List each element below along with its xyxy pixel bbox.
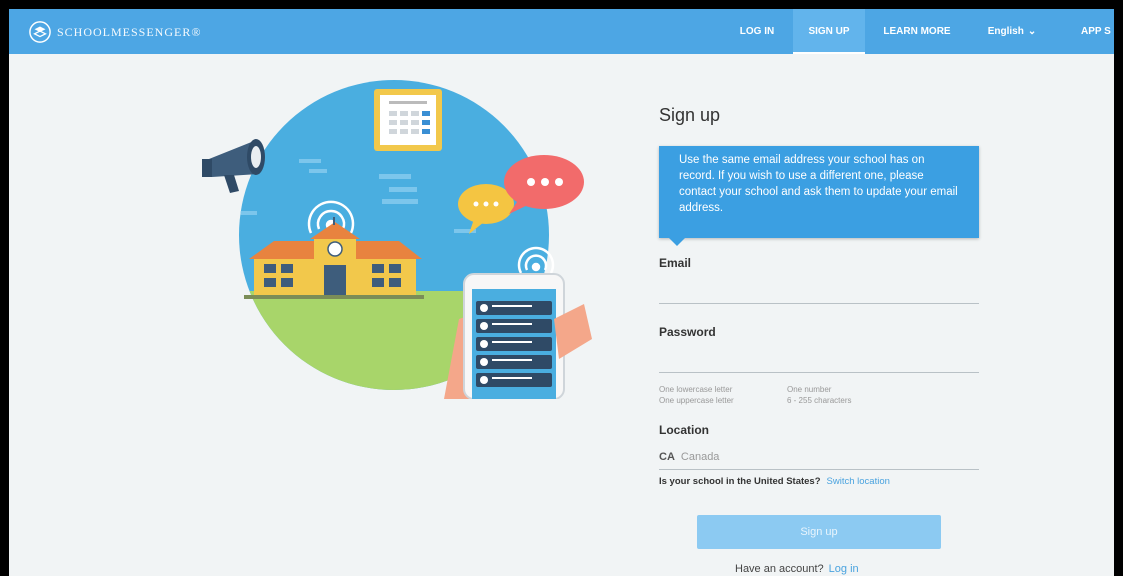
us-location-prompt: Is your school in the United States? Swit… (659, 476, 890, 487)
nav-app-link[interactable]: APP S (1081, 9, 1114, 54)
password-hint-uppercase: One uppercase letter (659, 396, 734, 405)
location-name: Canada (680, 451, 720, 463)
email-label: Email (659, 256, 692, 270)
language-label: English (987, 26, 1024, 37)
page-title: Sign up (659, 105, 721, 125)
switch-location-link[interactable]: Switch location (827, 476, 890, 487)
signup-form: Sign up Use the same email address your … (659, 9, 989, 576)
brand-logo[interactable]: SchoolMessenger® (29, 21, 201, 43)
location-code: CA (659, 451, 675, 463)
have-account-text: Have an account? (735, 563, 824, 575)
schoolmessenger-logo-icon (29, 21, 51, 43)
login-prompt: Have an account? Log in (735, 563, 859, 575)
password-label: Password (659, 325, 716, 339)
brand-name: SchoolMessenger® (57, 24, 202, 39)
password-hint-number: One number (787, 385, 832, 394)
hero-illustration (202, 80, 592, 399)
us-question-text: Is your school in the United States? (659, 476, 821, 487)
sign-up-button[interactable]: Sign up (697, 515, 941, 549)
password-hint-length: 6 - 255 characters (787, 396, 852, 405)
calendar-icon (374, 89, 442, 151)
password-field[interactable] (659, 350, 979, 373)
location-label: Location (659, 423, 709, 437)
browser-viewport: SchoolMessenger® LOG IN SIGN UP LEARN MO… (9, 9, 1114, 576)
smartphone-icon (444, 273, 592, 399)
email-tip-tooltip: Use the same email address your school h… (659, 146, 979, 238)
email-field[interactable] (659, 281, 979, 304)
password-hint-lowercase: One lowercase letter (659, 385, 733, 394)
log-in-link[interactable]: Log in (829, 563, 859, 575)
tooltip-arrow (669, 238, 685, 246)
chevron-down-icon: ⌄ (1027, 26, 1037, 37)
location-field[interactable]: CA Canada (659, 445, 979, 470)
